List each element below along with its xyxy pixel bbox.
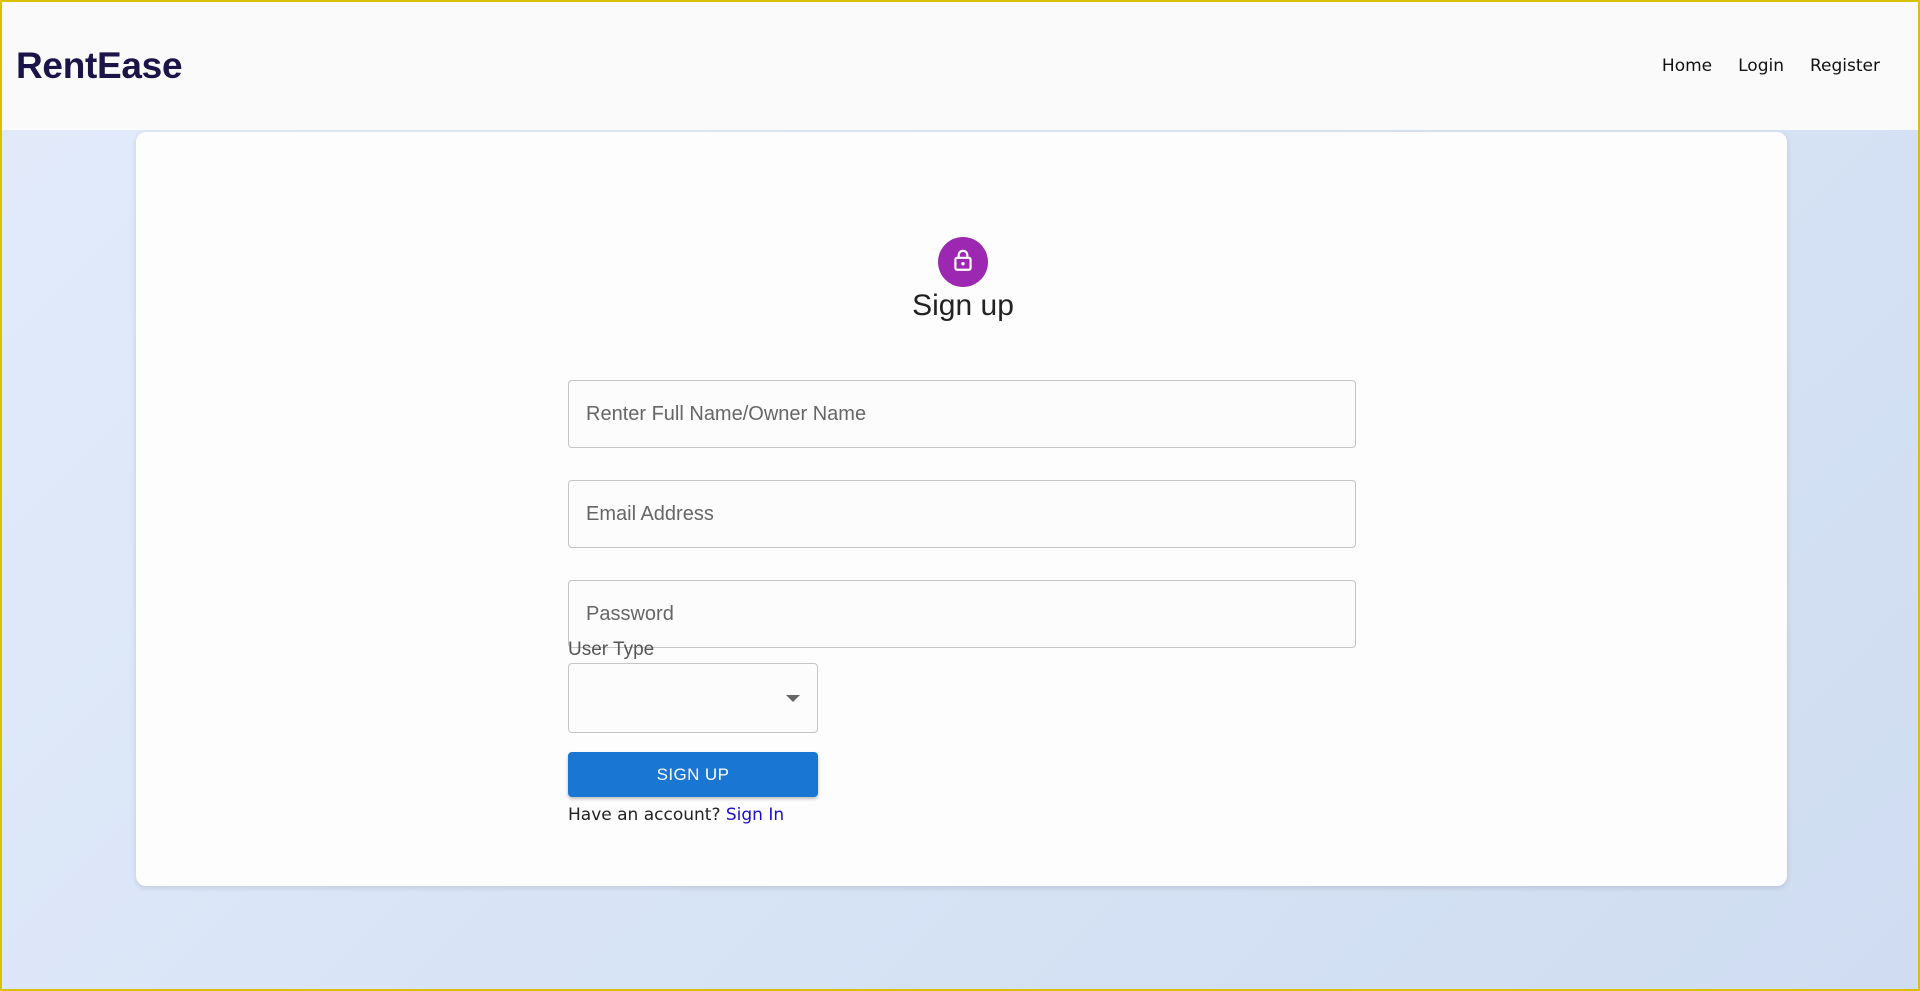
page-title: Sign up <box>912 289 1014 322</box>
brand-logo[interactable]: RentEase <box>16 45 183 87</box>
nav-link-home[interactable]: Home <box>1662 56 1712 76</box>
avatar <box>938 237 988 287</box>
nav-links: Home Login Register <box>1662 56 1880 76</box>
email-input[interactable] <box>569 481 1355 547</box>
account-prompt-text: Have an account? <box>568 805 721 825</box>
signin-link[interactable]: Sign In <box>726 805 784 825</box>
nav-link-register[interactable]: Register <box>1810 56 1880 76</box>
name-field-container <box>568 380 1356 448</box>
email-field-container <box>568 480 1356 548</box>
lock-icon <box>950 247 976 278</box>
signup-card: Sign up User Type SIGN UP Have an accoun… <box>136 132 1787 886</box>
user-type-select[interactable] <box>568 663 818 733</box>
signin-prompt: Have an account? Sign In <box>568 805 784 825</box>
password-field-container <box>568 580 1356 648</box>
top-navbar: RentEase Home Login Register <box>2 2 1918 130</box>
full-name-input[interactable] <box>569 381 1355 447</box>
password-input[interactable] <box>569 581 1355 647</box>
chevron-down-icon <box>786 695 800 702</box>
nav-link-login[interactable]: Login <box>1738 56 1784 76</box>
signup-button[interactable]: SIGN UP <box>568 752 818 797</box>
user-type-label: User Type <box>568 639 655 660</box>
